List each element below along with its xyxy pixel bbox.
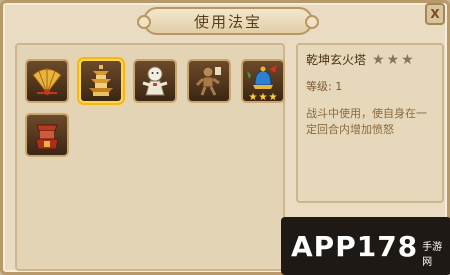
dialog-frame: 使用法宝 X ★ ★ ★ 乾坤玄火塔 ★ ★ ★ 等级: 1 战斗中使用，使自身… bbox=[0, 0, 450, 275]
treasure-grid: ★ ★ ★ bbox=[15, 43, 285, 271]
title-banner: 使用法宝 bbox=[137, 7, 319, 35]
treasure-slot-1[interactable] bbox=[25, 59, 69, 103]
treasure-detail-panel: 乾坤玄火塔 ★ ★ ★ 等级: 1 战斗中使用，使自身在一定回合内增加愤怒 bbox=[296, 43, 444, 203]
treasure-slot-4[interactable] bbox=[187, 59, 231, 103]
pagoda-icon bbox=[89, 65, 113, 96]
wooden-puppet-icon bbox=[195, 66, 221, 96]
star-icon: ★ bbox=[372, 51, 385, 68]
white-doll-icon bbox=[142, 66, 168, 96]
watermark-subtitle: 手游网 bbox=[422, 242, 443, 268]
close-icon: X bbox=[430, 7, 440, 21]
item-name: 乾坤玄火塔 bbox=[306, 53, 367, 67]
item-name-row: 乾坤玄火塔 ★ ★ ★ bbox=[306, 51, 434, 68]
star-icon: ★ bbox=[401, 51, 414, 68]
red-tower-icon bbox=[35, 124, 59, 150]
star-icon: ★ bbox=[258, 92, 268, 103]
treasure-slot-5[interactable]: ★ ★ ★ bbox=[241, 59, 285, 103]
treasure-slot-3[interactable] bbox=[133, 59, 177, 103]
watermark-logo: APP178 bbox=[291, 229, 419, 263]
item-level: 等级: 1 bbox=[306, 80, 343, 93]
banner-ornament-right bbox=[305, 15, 319, 29]
star-icon: ★ bbox=[386, 51, 400, 68]
treasure-slot-6[interactable] bbox=[25, 113, 69, 157]
banner-ornament-left bbox=[137, 15, 151, 29]
treasure-slot-2[interactable] bbox=[79, 59, 123, 103]
slot-star-rating: ★ ★ ★ bbox=[245, 92, 281, 103]
close-button[interactable]: X bbox=[425, 3, 445, 25]
item-description: 战斗中使用，使自身在一定回合内增加愤怒 bbox=[306, 107, 427, 136]
item-star-rating: ★ ★ ★ bbox=[372, 53, 414, 67]
site-watermark: APP178 手游网 bbox=[281, 217, 450, 275]
golden-fan-icon bbox=[32, 68, 62, 95]
star-icon: ★ bbox=[268, 92, 278, 103]
dialog-title: 使用法宝 bbox=[193, 12, 262, 31]
star-icon: ★ bbox=[248, 92, 258, 103]
